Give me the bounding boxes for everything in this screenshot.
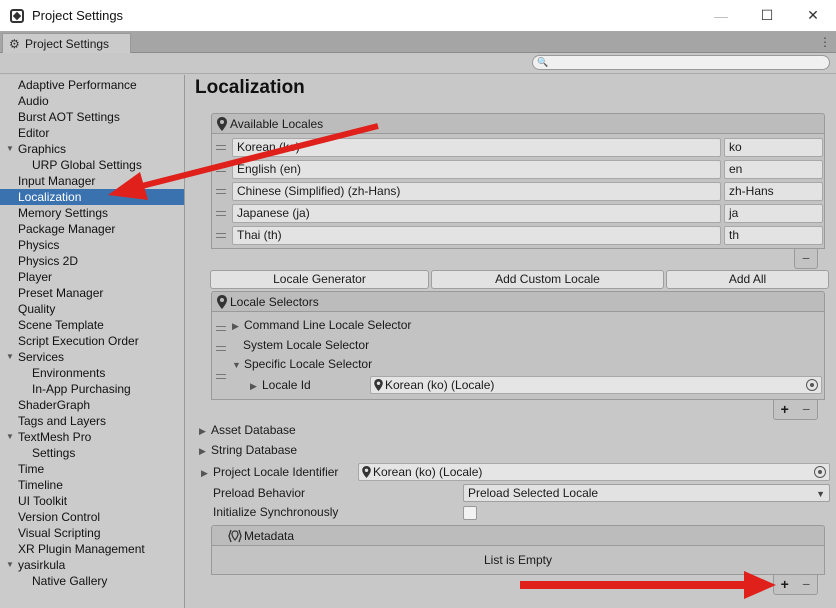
annotation-arrows	[108, 123, 776, 599]
arrow-to-localization	[108, 123, 379, 200]
arrow-to-add-button	[520, 571, 776, 599]
